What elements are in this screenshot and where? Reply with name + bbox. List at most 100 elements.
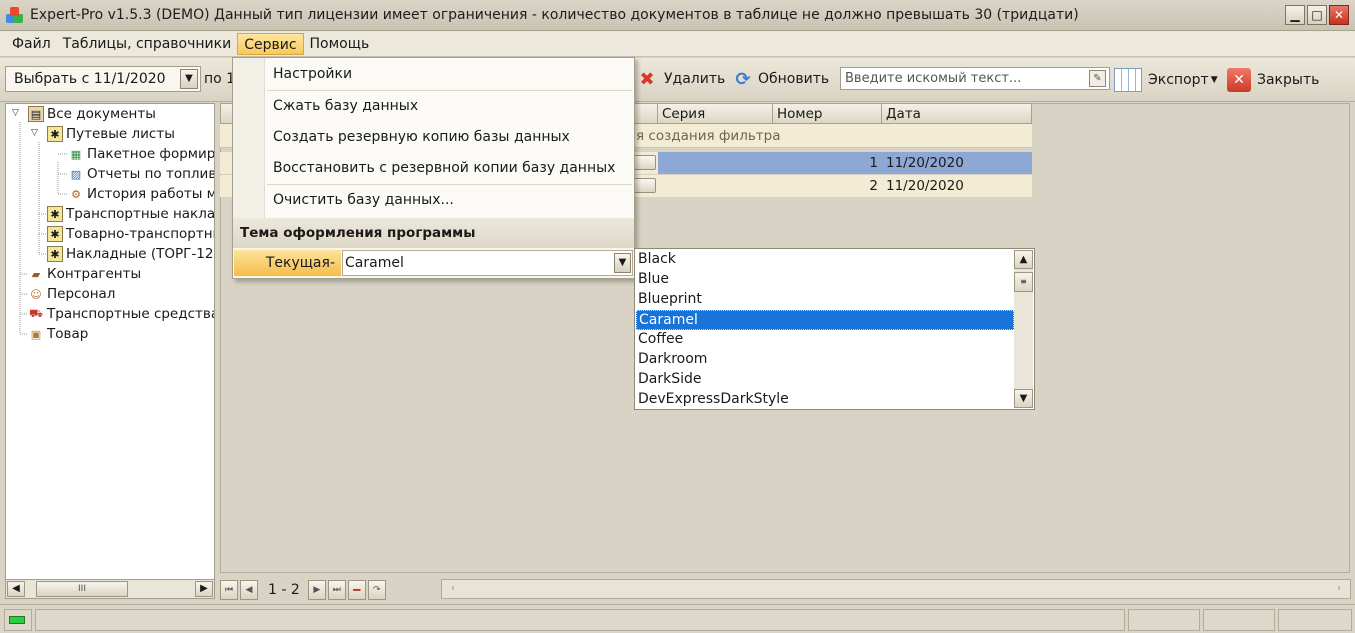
tree-item-commodity-transport[interactable]: ✱ Товарно-транспортны — [47, 224, 214, 244]
menu-item-backup-db[interactable]: Создать резервную копию базы данных — [273, 129, 570, 145]
menu-item-compress-db[interactable]: Сжать базу данных — [273, 98, 418, 114]
tree-item-contractors[interactable]: ▰ Контрагенты — [28, 264, 141, 284]
search-input[interactable]: Введите искомый текст... ✎ — [840, 67, 1110, 90]
tree-horizontal-scrollbar[interactable]: ◀ III ▶ — [5, 579, 215, 599]
tree-item-history[interactable]: ⚙ История работы ма — [68, 184, 214, 204]
list-item[interactable]: Blue — [636, 270, 1014, 290]
service-menu-dropdown: Настройки Сжать базу данных Создать резе… — [232, 57, 635, 279]
menu-separator — [267, 184, 632, 185]
scroll-thumb[interactable]: ≡ — [1014, 272, 1033, 292]
list-item[interactable]: Darkroom — [636, 350, 1014, 370]
list-vertical-scrollbar[interactable]: ▲ ≡ ▼ — [1014, 250, 1033, 408]
export-label: Экспорт — [1148, 72, 1209, 88]
tree-item-goods[interactable]: ▣ Товар — [28, 324, 89, 344]
tree-item-vehicles[interactable]: ⛟ Транспортные средства — [28, 304, 215, 324]
tree-item-label: Контрагенты — [47, 266, 142, 282]
refresh-icon: ⟳ — [735, 68, 751, 90]
theme-combo-box[interactable]: Caramel ▼ — [342, 250, 633, 276]
list-item[interactable]: DarkSide — [636, 370, 1014, 390]
navigation-tree[interactable]: ▽ ▽ ▤ Все документы ✱ Путевые листы ▦ Па… — [5, 103, 215, 598]
scroll-right-icon[interactable]: › — [1330, 581, 1348, 597]
menu-bar: Файл Таблицы, справочники Сервис Помощь — [0, 31, 1355, 57]
pager-status: 1 - 2 — [268, 582, 300, 598]
tree-item-transport-invoices[interactable]: ✱ Транспортные наклад — [47, 204, 215, 224]
cell-date: 11/20/2020 — [882, 175, 1032, 197]
battery-icon — [9, 616, 25, 624]
refresh-button[interactable]: ⟳ Обновить — [732, 68, 829, 90]
maximize-button[interactable]: □ — [1307, 5, 1327, 25]
column-header-series[interactable]: Серия — [657, 103, 773, 124]
delete-label: Удалить — [664, 71, 726, 87]
grid-horizontal-scrollbar[interactable]: ‹ › — [441, 579, 1351, 599]
tree-item-label: Транспортные наклад — [66, 206, 215, 222]
chevron-down-icon[interactable]: ▼ — [180, 69, 198, 89]
folder-star-icon: ✱ — [47, 246, 63, 262]
close-label: Закрыть — [1257, 72, 1320, 88]
prev-page-icon[interactable]: ◀ — [240, 580, 258, 600]
edit-record-icon[interactable]: ↷ — [367, 580, 386, 600]
status-panel-2 — [1128, 609, 1200, 631]
list-item-selected[interactable]: Caramel — [636, 310, 1014, 330]
history-icon: ⚙ — [71, 187, 81, 201]
first-page-icon[interactable]: ⏮ — [220, 580, 238, 600]
scroll-left-icon[interactable]: ‹ — [444, 581, 462, 597]
status-panel-3 — [1203, 609, 1275, 631]
tree-item-waybills[interactable]: ✱ Путевые листы — [47, 124, 175, 144]
scroll-thumb[interactable]: III — [36, 581, 128, 597]
search-placeholder: Введите искомый текст... — [845, 71, 1022, 86]
app-logo-icon — [6, 6, 24, 24]
column-header-number[interactable]: Номер — [772, 103, 882, 124]
cell-series — [658, 175, 773, 197]
tree-item-label: Отчеты по топливу — [87, 166, 215, 182]
tree-item-batch[interactable]: ▦ Пакетное формиро — [68, 144, 214, 164]
chevron-down-icon[interactable]: ▼ — [614, 253, 631, 273]
scroll-left-icon[interactable]: ◀ — [7, 581, 25, 597]
tree-item-label: Товар — [47, 326, 89, 342]
tree-item-label: Транспортные средства — [47, 306, 215, 322]
delete-record-icon[interactable]: ━ — [347, 580, 366, 600]
menu-item-settings[interactable]: Настройки — [273, 66, 352, 82]
collapse-icon[interactable]: ▽ — [31, 128, 38, 138]
status-panel-main — [35, 609, 1125, 631]
theme-selector-row: Текущая- Caramel ▼ — [233, 248, 634, 278]
status-bar — [0, 604, 1355, 633]
last-page-icon[interactable]: ⏭ — [327, 580, 346, 600]
menu-item-clear-db[interactable]: Очистить базу данных... — [273, 192, 454, 208]
clear-search-icon[interactable]: ✎ — [1089, 70, 1106, 87]
list-item[interactable]: DevExpressDarkStyle — [636, 390, 1014, 410]
scroll-right-icon[interactable]: ▶ — [195, 581, 213, 597]
next-page-icon[interactable]: ▶ — [307, 580, 326, 600]
delete-button[interactable]: ✖ Удалить — [636, 68, 725, 90]
column-header-date[interactable]: Дата — [881, 103, 1032, 124]
tree-item-torg12[interactable]: ✱ Накладные (ТОРГ-12) — [47, 244, 214, 264]
tree-item-fuel-reports[interactable]: ▨ Отчеты по топливу — [68, 164, 215, 184]
folder-star-icon: ✱ — [47, 226, 63, 242]
delete-x-icon: ✖ — [639, 68, 655, 90]
scroll-down-icon[interactable]: ▼ — [1014, 389, 1033, 408]
title-bar: Expert-Pro v1.5.3 (DEMO) Данный тип лице… — [0, 0, 1355, 31]
export-button[interactable]: Экспорт ▼ — [1114, 68, 1218, 92]
folder-star-icon: ✱ — [47, 206, 63, 222]
date-to-label: по 1 — [204, 71, 236, 87]
tree-item-label: Персонал — [47, 286, 116, 302]
menu-file[interactable]: Файл — [6, 33, 57, 55]
tree-item-label: Путевые листы — [66, 126, 175, 142]
tree-item-all-documents[interactable]: ▤ Все документы — [28, 104, 156, 124]
list-item[interactable]: Black — [636, 250, 1014, 270]
menu-service[interactable]: Сервис — [237, 32, 304, 55]
scroll-up-icon[interactable]: ▲ — [1014, 250, 1033, 269]
date-from-picker[interactable]: Выбрать с 11/1/2020 ▼ — [5, 66, 201, 92]
tree-item-staff[interactable]: ☺ Персонал — [28, 284, 115, 304]
close-button[interactable]: ✕ Закрыть — [1227, 68, 1319, 92]
documents-icon: ▤ — [28, 106, 44, 122]
menu-item-restore-db[interactable]: Восстановить с резервной копии базу данн… — [273, 160, 615, 176]
menu-help[interactable]: Помощь — [304, 33, 376, 55]
vehicle-icon: ⛟ — [29, 306, 43, 320]
theme-list-popup[interactable]: Black Blue Blueprint Caramel Coffee Dark… — [634, 248, 1035, 410]
list-item[interactable]: Coffee — [636, 330, 1014, 350]
close-window-button[interactable]: ✕ — [1329, 5, 1349, 25]
list-item[interactable]: Blueprint — [636, 290, 1014, 310]
collapse-icon[interactable]: ▽ — [12, 108, 19, 118]
menu-tables[interactable]: Таблицы, справочники — [57, 33, 238, 55]
minimize-button[interactable]: ▁ — [1285, 5, 1305, 25]
